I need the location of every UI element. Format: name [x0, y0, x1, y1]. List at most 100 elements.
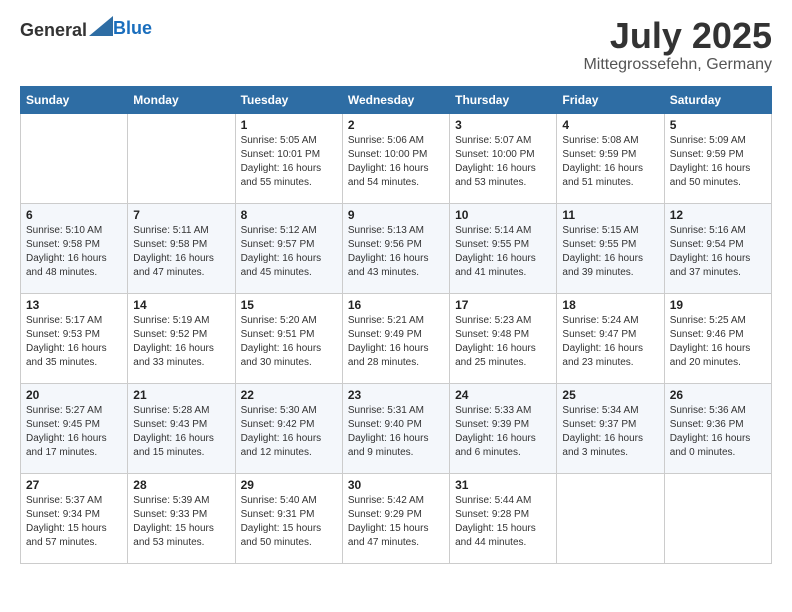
- logo: General Blue: [20, 16, 152, 41]
- day-info: Sunrise: 5:17 AM Sunset: 9:53 PM Dayligh…: [26, 314, 122, 370]
- calendar-cell: 20 Sunrise: 5:27 AM Sunset: 9:45 PM Dayli…: [21, 383, 128, 473]
- calendar-cell: 26 Sunrise: 5:36 AM Sunset: 9:36 PM Dayli…: [664, 383, 771, 473]
- calendar-cell: 2 Sunrise: 5:06 AM Sunset: 10:00 PM Dayli…: [342, 113, 449, 203]
- calendar-cell: 15 Sunrise: 5:20 AM Sunset: 9:51 PM Dayli…: [235, 293, 342, 383]
- weekday-header: Saturday: [664, 86, 771, 113]
- calendar-cell: 6 Sunrise: 5:10 AM Sunset: 9:58 PM Daylig…: [21, 203, 128, 293]
- calendar-cell: [557, 473, 664, 563]
- calendar-week-row: 6 Sunrise: 5:10 AM Sunset: 9:58 PM Daylig…: [21, 203, 772, 293]
- day-info: Sunrise: 5:21 AM Sunset: 9:49 PM Dayligh…: [348, 314, 444, 370]
- calendar-cell: [664, 473, 771, 563]
- day-number: 16: [348, 298, 444, 312]
- day-number: 2: [348, 118, 444, 132]
- weekday-header: Friday: [557, 86, 664, 113]
- day-info: Sunrise: 5:27 AM Sunset: 9:45 PM Dayligh…: [26, 404, 122, 460]
- calendar-cell: 22Sunrise: 5:30 AM Sunset: 9:42 PM Dayli…: [235, 383, 342, 473]
- day-info: Sunrise: 5:24 AM Sunset: 9:47 PM Dayligh…: [562, 314, 658, 370]
- calendar-cell: 13 Sunrise: 5:17 AM Sunset: 9:53 PM Dayli…: [21, 293, 128, 383]
- calendar-cell: 9 Sunrise: 5:13 AM Sunset: 9:56 PM Daylig…: [342, 203, 449, 293]
- day-number: 18: [562, 298, 658, 312]
- calendar-cell: 31 Sunrise: 5:44 AM Sunset: 9:28 PM Dayli…: [450, 473, 557, 563]
- day-info: Sunrise: 5:34 AM Sunset: 9:37 PM Dayligh…: [562, 404, 658, 460]
- day-number: 27: [26, 478, 122, 492]
- day-info: Sunrise: 5:15 AM Sunset: 9:55 PM Dayligh…: [562, 224, 658, 280]
- day-info: Sunrise: 5:36 AM Sunset: 9:36 PM Dayligh…: [670, 404, 766, 460]
- day-number: 17: [455, 298, 551, 312]
- calendar-week-row: 13 Sunrise: 5:17 AM Sunset: 9:53 PM Dayli…: [21, 293, 772, 383]
- day-number: 6: [26, 208, 122, 222]
- calendar-body: 1 Sunrise: 5:05 AM Sunset: 10:01 PM Dayli…: [21, 113, 772, 563]
- day-info: Sunrise: 5:25 AM Sunset: 9:46 PM Dayligh…: [670, 314, 766, 370]
- calendar-cell: 25 Sunrise: 5:34 AM Sunset: 9:37 PM Dayli…: [557, 383, 664, 473]
- day-info: Sunrise: 5:40 AM Sunset: 9:31 PM Dayligh…: [241, 494, 337, 550]
- month-title: July 2025: [583, 16, 772, 56]
- calendar-cell: 7 Sunrise: 5:11 AM Sunset: 9:58 PM Daylig…: [128, 203, 235, 293]
- calendar-header-row: SundayMondayTuesdayWednesdayThursdayFrid…: [21, 86, 772, 113]
- calendar-cell: 4 Sunrise: 5:08 AM Sunset: 9:59 PM Daylig…: [557, 113, 664, 203]
- day-number: 29: [241, 478, 337, 492]
- day-info: Sunrise: 5:12 AM Sunset: 9:57 PM Dayligh…: [241, 224, 337, 280]
- weekday-header: Sunday: [21, 86, 128, 113]
- day-number: 21: [133, 388, 229, 402]
- day-number: 31: [455, 478, 551, 492]
- day-number: 3: [455, 118, 551, 132]
- calendar-cell: 23Sunrise: 5:31 AM Sunset: 9:40 PM Dayli…: [342, 383, 449, 473]
- calendar-cell: 8 Sunrise: 5:12 AM Sunset: 9:57 PM Daylig…: [235, 203, 342, 293]
- day-number: 8: [241, 208, 337, 222]
- day-number: 5: [670, 118, 766, 132]
- day-number: 20: [26, 388, 122, 402]
- day-number: 1: [241, 118, 337, 132]
- logo-general: General: [20, 20, 87, 40]
- day-info: Sunrise: 5:33 AM Sunset: 9:39 PM Dayligh…: [455, 404, 551, 460]
- day-info: Sunrise: 5:16 AM Sunset: 9:54 PM Dayligh…: [670, 224, 766, 280]
- location-title: Mittegrossefehn, Germany: [583, 56, 772, 74]
- day-number: 9: [348, 208, 444, 222]
- calendar-cell: 30Sunrise: 5:42 AM Sunset: 9:29 PM Dayli…: [342, 473, 449, 563]
- day-number: 4: [562, 118, 658, 132]
- calendar-cell: 18 Sunrise: 5:24 AM Sunset: 9:47 PM Dayli…: [557, 293, 664, 383]
- calendar-cell: 11Sunrise: 5:15 AM Sunset: 9:55 PM Dayli…: [557, 203, 664, 293]
- day-info: Sunrise: 5:44 AM Sunset: 9:28 PM Dayligh…: [455, 494, 551, 550]
- day-number: 7: [133, 208, 229, 222]
- day-info: Sunrise: 5:13 AM Sunset: 9:56 PM Dayligh…: [348, 224, 444, 280]
- calendar-cell: 16 Sunrise: 5:21 AM Sunset: 9:49 PM Dayli…: [342, 293, 449, 383]
- day-number: 15: [241, 298, 337, 312]
- day-number: 28: [133, 478, 229, 492]
- day-info: Sunrise: 5:06 AM Sunset: 10:00 PM Daylig…: [348, 134, 444, 190]
- logo-blue: Blue: [113, 18, 152, 38]
- day-info: Sunrise: 5:05 AM Sunset: 10:01 PM Daylig…: [241, 134, 337, 190]
- calendar-cell: 24Sunrise: 5:33 AM Sunset: 9:39 PM Dayli…: [450, 383, 557, 473]
- day-number: 12: [670, 208, 766, 222]
- day-number: 13: [26, 298, 122, 312]
- day-info: Sunrise: 5:10 AM Sunset: 9:58 PM Dayligh…: [26, 224, 122, 280]
- calendar-cell: 3Sunrise: 5:07 AM Sunset: 10:00 PM Dayli…: [450, 113, 557, 203]
- weekday-header: Monday: [128, 86, 235, 113]
- day-info: Sunrise: 5:19 AM Sunset: 9:52 PM Dayligh…: [133, 314, 229, 370]
- day-info: Sunrise: 5:08 AM Sunset: 9:59 PM Dayligh…: [562, 134, 658, 190]
- day-number: 30: [348, 478, 444, 492]
- calendar-cell: 10Sunrise: 5:14 AM Sunset: 9:55 PM Dayli…: [450, 203, 557, 293]
- day-number: 25: [562, 388, 658, 402]
- calendar-cell: 28 Sunrise: 5:39 AM Sunset: 9:33 PM Dayli…: [128, 473, 235, 563]
- weekday-header: Thursday: [450, 86, 557, 113]
- calendar-cell: [21, 113, 128, 203]
- calendar-cell: 29 Sunrise: 5:40 AM Sunset: 9:31 PM Dayli…: [235, 473, 342, 563]
- day-info: Sunrise: 5:20 AM Sunset: 9:51 PM Dayligh…: [241, 314, 337, 370]
- calendar-week-row: 27Sunrise: 5:37 AM Sunset: 9:34 PM Dayli…: [21, 473, 772, 563]
- day-number: 26: [670, 388, 766, 402]
- day-number: 14: [133, 298, 229, 312]
- logo-icon: [89, 16, 113, 36]
- day-number: 10: [455, 208, 551, 222]
- calendar-cell: 19 Sunrise: 5:25 AM Sunset: 9:46 PM Dayli…: [664, 293, 771, 383]
- day-number: 19: [670, 298, 766, 312]
- calendar-cell: 17Sunrise: 5:23 AM Sunset: 9:48 PM Dayli…: [450, 293, 557, 383]
- day-info: Sunrise: 5:11 AM Sunset: 9:58 PM Dayligh…: [133, 224, 229, 280]
- title-block: July 2025 Mittegrossefehn, Germany: [583, 16, 772, 74]
- day-number: 22: [241, 388, 337, 402]
- calendar-week-row: 1 Sunrise: 5:05 AM Sunset: 10:01 PM Dayli…: [21, 113, 772, 203]
- calendar-week-row: 20 Sunrise: 5:27 AM Sunset: 9:45 PM Dayli…: [21, 383, 772, 473]
- day-info: Sunrise: 5:09 AM Sunset: 9:59 PM Dayligh…: [670, 134, 766, 190]
- calendar-cell: 14 Sunrise: 5:19 AM Sunset: 9:52 PM Dayli…: [128, 293, 235, 383]
- day-info: Sunrise: 5:39 AM Sunset: 9:33 PM Dayligh…: [133, 494, 229, 550]
- calendar-cell: 21Sunrise: 5:28 AM Sunset: 9:43 PM Dayli…: [128, 383, 235, 473]
